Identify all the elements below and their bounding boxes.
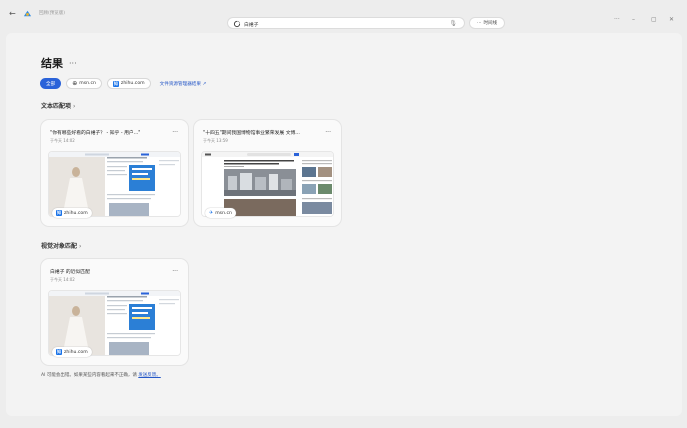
- card-time: 于今天 14:02: [50, 277, 75, 282]
- visual-matches-heading[interactable]: 视觉对象匹配 ›: [41, 241, 81, 250]
- card-more-icon[interactable]: ···: [325, 129, 331, 136]
- filter-chip-msn[interactable]: ⊕ msn.cn: [66, 78, 102, 89]
- search-icon: [233, 20, 241, 27]
- back-arrow-icon[interactable]: ←: [9, 9, 16, 18]
- zhihu-icon: 知: [56, 349, 62, 355]
- card-more-icon[interactable]: ···: [172, 268, 178, 275]
- microphone-icon[interactable]: 🎙: [449, 20, 457, 27]
- card-title: 白裙子 的近似匹配: [50, 270, 90, 275]
- zhihu-icon: 知: [56, 210, 62, 216]
- card-time: 于今天 13:59: [203, 138, 228, 143]
- zhihu-icon: 知: [112, 80, 119, 87]
- results-header: 结果 ···: [41, 55, 77, 71]
- filter-bar: 全部 ⊕ msn.cn 知 zhihu.com 文件资源管理器结果 ↗: [40, 78, 206, 89]
- ai-disclaimer: AI 可能会出错。如果某些内容看起来不正确，请 发送反馈。: [41, 372, 161, 378]
- filter-chip-label: msn.cn: [79, 81, 96, 86]
- source-label: msn.cn: [215, 210, 232, 216]
- chevron-right-icon: ›: [73, 103, 76, 110]
- send-feedback-link[interactable]: 发送反馈。: [138, 373, 161, 378]
- filter-chip-label: 全部: [46, 81, 56, 87]
- timeline-label: 时间线: [483, 21, 498, 26]
- source-label: zhihu.com: [64, 349, 88, 355]
- timeline-icon: ⋯: [477, 20, 482, 26]
- card-title: "十四五"期间我国博物馆事业繁荣发展 文博...: [203, 131, 300, 136]
- source-badge: 知 zhihu.com: [52, 347, 92, 357]
- app-name: 回顾(预览版): [39, 11, 66, 16]
- filter-chip-zhihu[interactable]: 知 zhihu.com: [106, 78, 151, 89]
- text-matches-heading[interactable]: 文本匹配项 ›: [41, 101, 75, 110]
- close-icon[interactable]: ✕: [669, 16, 674, 23]
- card-time: 于今天 14:02: [50, 138, 75, 143]
- card-more-icon[interactable]: ···: [172, 129, 178, 136]
- results-title: 结果: [41, 57, 63, 70]
- source-label: zhihu.com: [64, 210, 88, 216]
- restore-icon[interactable]: ▢: [651, 16, 657, 23]
- card-title: "你有哪些好看的白裙子？ - 知乎 - 用户...": [50, 131, 141, 136]
- source-badge: 知 zhihu.com: [52, 208, 92, 218]
- file-explorer-results-link[interactable]: 文件资源管理器结果 ↗: [160, 81, 207, 87]
- result-card[interactable]: "十四五"期间我国博物馆事业繁荣发展 文博... 于今天 13:59 ··· ✈…: [194, 120, 341, 226]
- title-bar: ← 回顾(预览版) 白裙子 🎙 ⋯ 时间线 ··· – ▢ ✕: [0, 0, 687, 29]
- section-title: 文本匹配项: [41, 103, 72, 110]
- timeline-button[interactable]: ⋯ 时间线: [469, 17, 505, 29]
- more-options-icon[interactable]: ···: [614, 16, 620, 23]
- section-title: 视觉对象匹配: [41, 243, 78, 250]
- results-more-icon[interactable]: ···: [69, 59, 77, 68]
- result-card[interactable]: "你有哪些好看的白裙子？ - 知乎 - 用户..." 于今天 14:02 ···: [41, 120, 188, 226]
- filter-chip-label: zhihu.com: [120, 81, 145, 86]
- result-card[interactable]: 白裙子 的近似匹配 于今天 14:02 ··· 知 zhihu.com: [41, 259, 188, 365]
- search-query: 白裙子: [244, 22, 259, 28]
- search-input[interactable]: 白裙子 🎙: [227, 17, 465, 29]
- globe-icon: ⊕: [72, 80, 78, 87]
- filter-chip-all[interactable]: 全部: [40, 78, 62, 89]
- msn-icon: ✈: [209, 210, 214, 216]
- source-badge: ✈ msn.cn: [205, 208, 236, 218]
- recall-logo-icon: [23, 10, 32, 17]
- minimize-icon[interactable]: –: [632, 16, 635, 23]
- disclaimer-text: AI 可能会出错。如果某些内容看起来不正确，请: [41, 373, 137, 378]
- chevron-right-icon: ›: [79, 243, 82, 250]
